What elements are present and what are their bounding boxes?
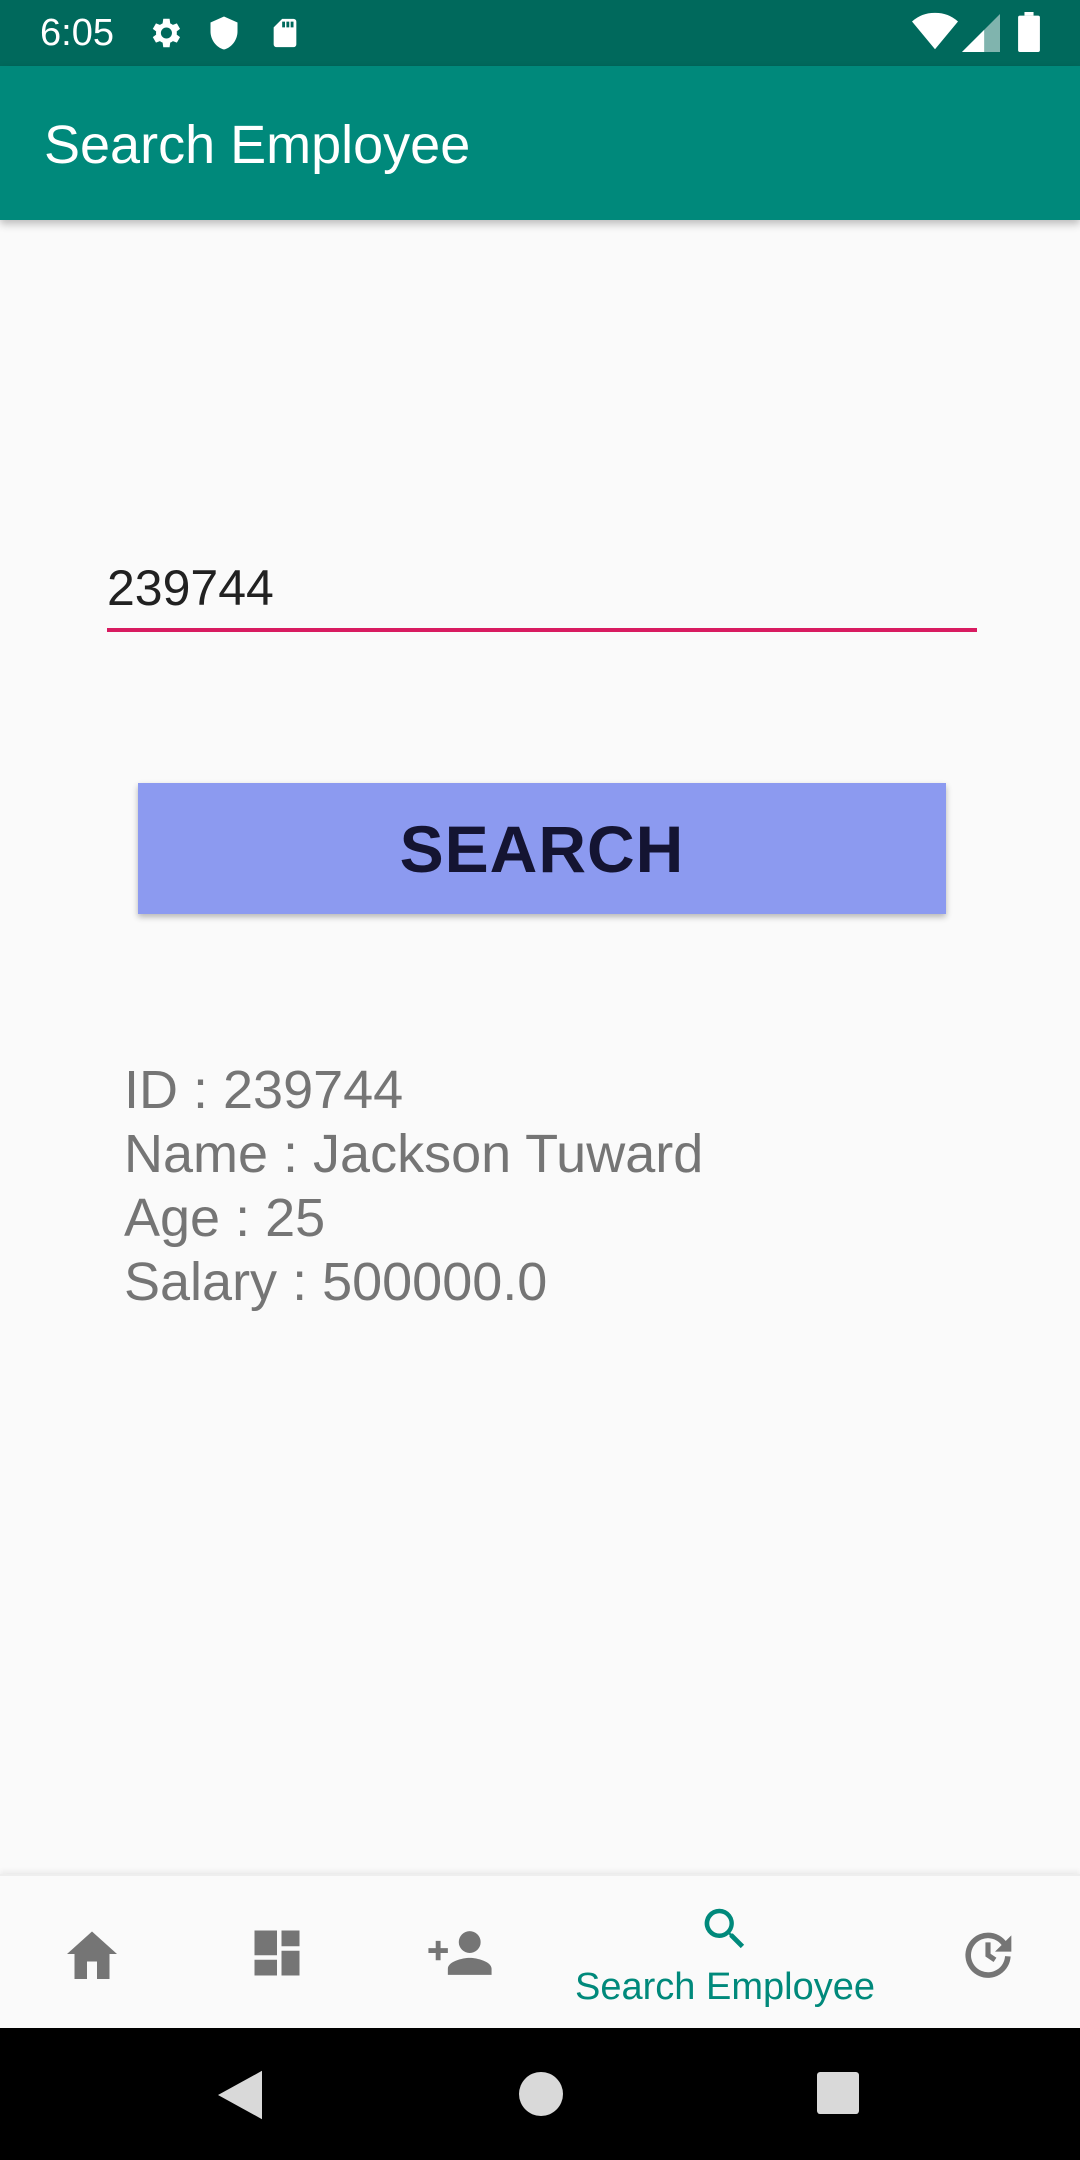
status-time: 6:05 (40, 12, 114, 54)
nav-item-dashboard[interactable] (215, 1876, 339, 2030)
employee-result: ID : 239744 Name : Jackson Tuward Age : … (124, 1058, 703, 1314)
page-title: Search Employee (44, 115, 471, 175)
nav-item-add-employee[interactable] (400, 1876, 524, 2030)
history-icon (965, 1932, 1012, 1978)
back-icon[interactable] (218, 2070, 262, 2120)
battery-icon (1018, 12, 1040, 57)
nav-label-search-employee: Search Employee (575, 1966, 875, 2008)
dashboard-icon (254, 1930, 300, 1976)
search-button[interactable]: SEARCH (138, 783, 946, 914)
add-person-icon (428, 1931, 492, 1975)
signal-icon (962, 14, 1000, 57)
wifi-icon (912, 12, 958, 57)
nav-item-home[interactable] (30, 1876, 154, 2030)
home-circle-icon[interactable] (519, 2072, 563, 2116)
sd-card-icon (268, 14, 302, 57)
search-icon (704, 1908, 745, 1949)
app-bar: Search Employee (0, 66, 1080, 220)
shield-icon (206, 14, 242, 57)
result-age: Age : 25 (124, 1188, 326, 1248)
employee-id-input[interactable] (107, 548, 977, 632)
result-salary: Salary : 500000.0 (124, 1252, 548, 1312)
status-bar: 6:05 (0, 0, 1080, 66)
gear-icon (146, 14, 184, 57)
result-id: ID : 239744 (124, 1060, 404, 1120)
nav-item-search-employee[interactable]: Search Employee (560, 1876, 890, 2030)
bottom-navigation: Search Employee (0, 1874, 1080, 2030)
system-nav-bar (0, 2028, 1080, 2160)
home-icon (67, 1931, 117, 1979)
nav-item-history[interactable] (926, 1876, 1050, 2030)
result-name: Name : Jackson Tuward (124, 1124, 704, 1184)
recents-icon[interactable] (817, 2072, 859, 2114)
